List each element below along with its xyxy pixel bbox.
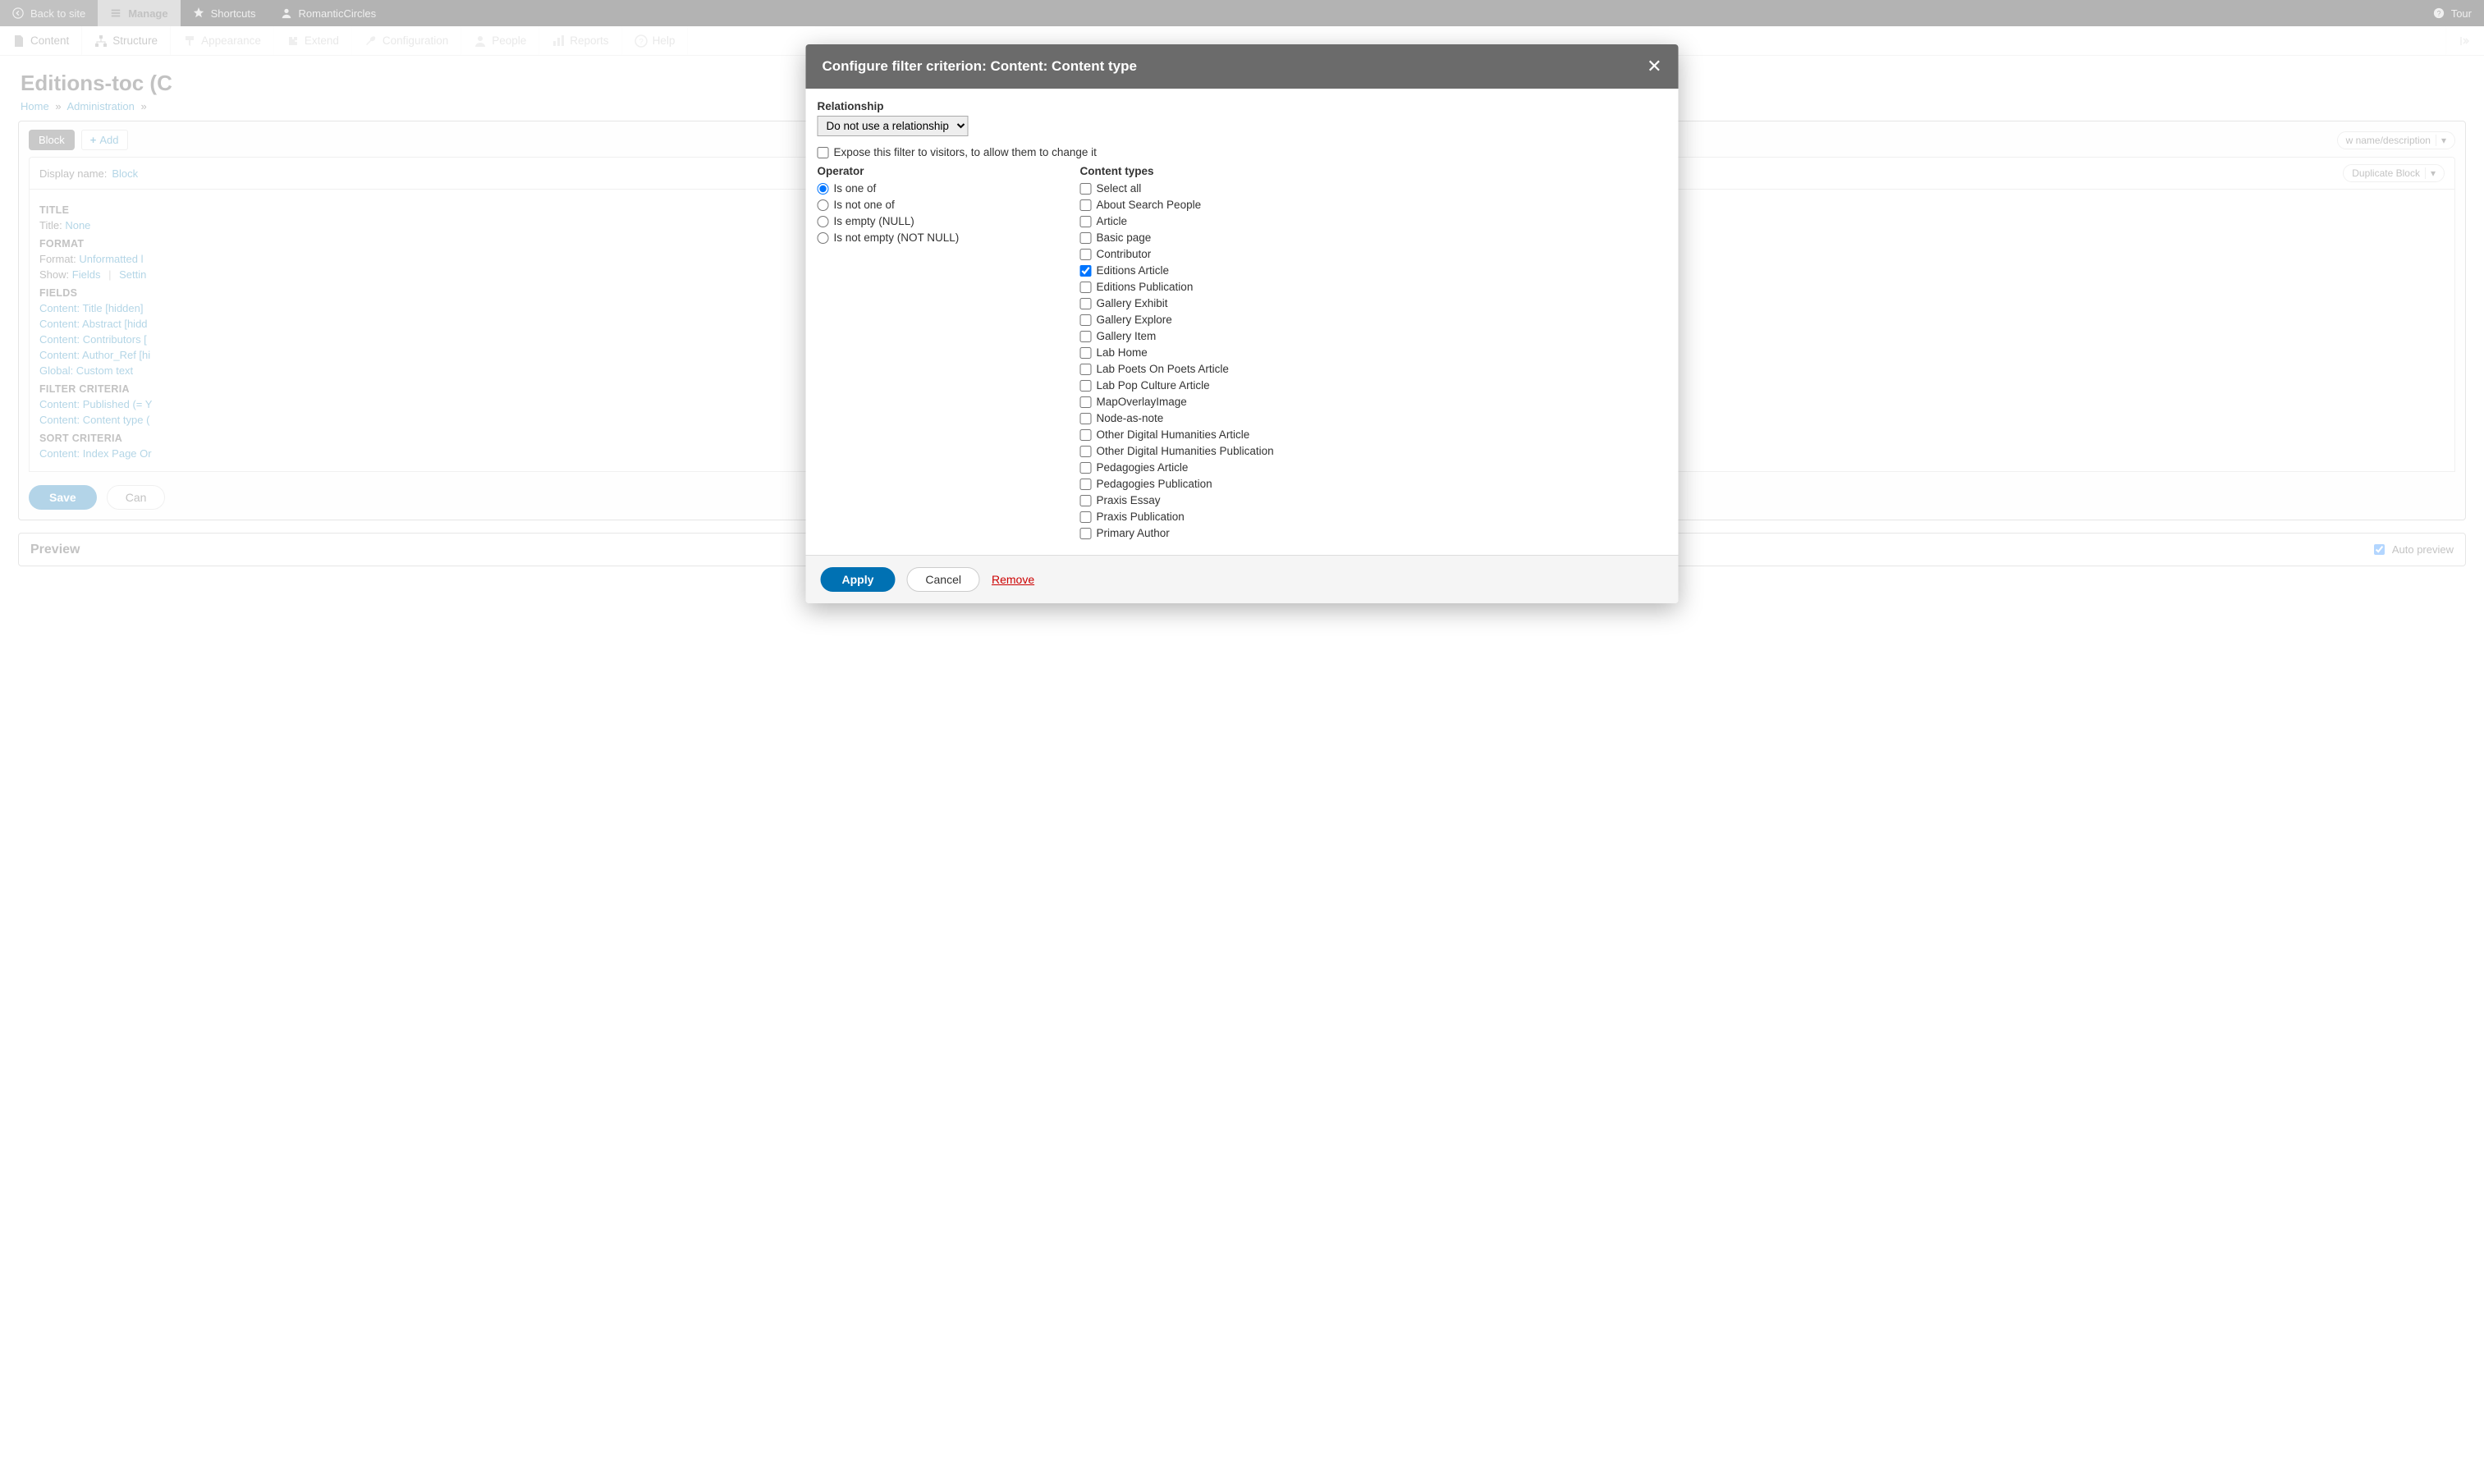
type-label: Lab Poets On Poets Article	[1097, 363, 1229, 375]
type-label: Lab Pop Culture Article	[1097, 379, 1210, 392]
operator-is-one-of[interactable]	[818, 183, 829, 195]
operator-is-empty[interactable]	[818, 216, 829, 227]
type-label: Article	[1097, 215, 1128, 227]
type-checkbox[interactable]	[1080, 446, 1092, 457]
type-checkbox[interactable]	[1080, 216, 1092, 227]
type-label: Select all	[1097, 182, 1142, 195]
type-checkbox[interactable]	[1080, 314, 1092, 326]
type-label: Primary Author	[1097, 527, 1170, 539]
expose-filter-label: Expose this filter to visitors, to allow…	[834, 146, 1097, 158]
type-checkbox[interactable]	[1080, 282, 1092, 293]
operator-label: Is one of	[834, 182, 877, 195]
type-label: Editions Publication	[1097, 281, 1194, 293]
type-checkbox[interactable]	[1080, 249, 1092, 260]
type-checkbox[interactable]	[1080, 429, 1092, 441]
operator-label: Is empty (NULL)	[834, 215, 914, 227]
modal-title: Configure filter criterion: Content: Con…	[823, 58, 1137, 75]
type-checkbox[interactable]	[1080, 364, 1092, 375]
type-checkbox[interactable]	[1080, 298, 1092, 309]
type-checkbox[interactable]	[1080, 528, 1092, 539]
apply-button[interactable]: Apply	[821, 567, 896, 592]
type-checkbox[interactable]	[1080, 462, 1092, 474]
type-label: Gallery Explore	[1097, 314, 1172, 326]
operator-heading: Operator	[818, 165, 1031, 177]
relationship-select[interactable]: Do not use a relationship	[818, 116, 969, 136]
relationship-label: Relationship	[818, 100, 1679, 112]
type-label: Praxis Publication	[1097, 511, 1185, 523]
operator-is-not-one-of[interactable]	[818, 199, 829, 211]
cancel-button[interactable]: Cancel	[906, 567, 980, 592]
type-checkbox[interactable]	[1080, 396, 1092, 408]
modal-header: Configure filter criterion: Content: Con…	[806, 44, 1679, 89]
modal-footer: Apply Cancel Remove	[806, 555, 1679, 603]
type-label: Other Digital Humanities Article	[1097, 428, 1250, 441]
operator-label: Is not one of	[834, 199, 895, 211]
type-label: Contributor	[1097, 248, 1152, 260]
expose-filter-checkbox[interactable]	[818, 147, 829, 158]
content-types-heading: Content types	[1080, 165, 1274, 177]
type-checkbox[interactable]	[1080, 199, 1092, 211]
type-checkbox[interactable]	[1080, 347, 1092, 359]
filter-config-modal: Configure filter criterion: Content: Con…	[806, 44, 1679, 603]
modal-body: Relationship Do not use a relationship E…	[806, 89, 1679, 555]
type-select-all[interactable]	[1080, 183, 1092, 195]
type-label: Pedagogies Publication	[1097, 478, 1212, 490]
type-label: Editions Article	[1097, 264, 1170, 277]
type-checkbox[interactable]	[1080, 331, 1092, 342]
type-checkbox[interactable]	[1080, 479, 1092, 490]
operator-is-not-empty[interactable]	[818, 232, 829, 244]
type-label: Gallery Exhibit	[1097, 297, 1168, 309]
type-checkbox[interactable]	[1080, 495, 1092, 506]
type-label: Node-as-note	[1097, 412, 1164, 424]
type-label: Basic page	[1097, 231, 1152, 244]
close-icon[interactable]: ✕	[1647, 56, 1661, 77]
type-label: Gallery Item	[1097, 330, 1157, 342]
type-label: Pedagogies Article	[1097, 461, 1189, 474]
type-label: MapOverlayImage	[1097, 396, 1187, 408]
type-checkbox[interactable]	[1080, 232, 1092, 244]
type-checkbox[interactable]	[1080, 413, 1092, 424]
type-label: Lab Home	[1097, 346, 1148, 359]
type-label: Praxis Essay	[1097, 494, 1161, 506]
type-checkbox[interactable]	[1080, 380, 1092, 392]
type-label: About Search People	[1097, 199, 1202, 211]
type-checkbox-editions-article[interactable]	[1080, 265, 1092, 277]
operator-label: Is not empty (NOT NULL)	[834, 231, 960, 244]
remove-link[interactable]: Remove	[992, 573, 1034, 586]
type-label: Other Digital Humanities Publication	[1097, 445, 1274, 457]
type-checkbox[interactable]	[1080, 511, 1092, 523]
